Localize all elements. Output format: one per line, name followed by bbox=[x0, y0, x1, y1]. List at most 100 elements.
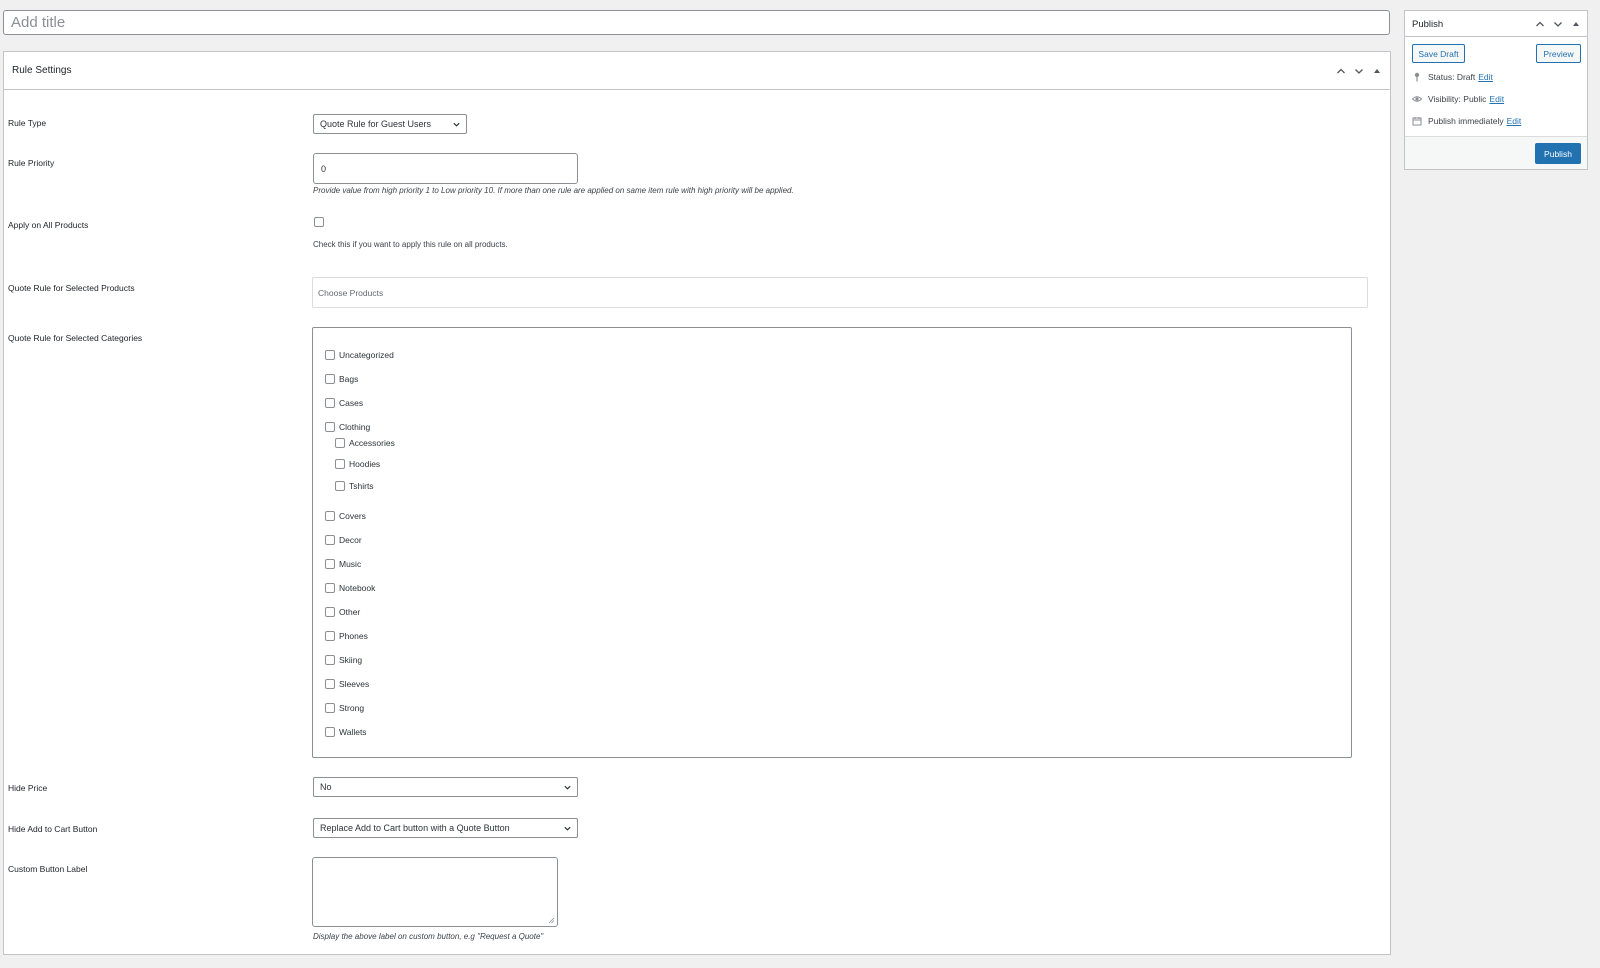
category-checkbox[interactable] bbox=[325, 374, 335, 384]
category-item[interactable]: Covers bbox=[325, 511, 366, 521]
category-checkbox[interactable] bbox=[325, 655, 335, 665]
preview-button[interactable]: Preview bbox=[1536, 44, 1581, 63]
categories-list[interactable] bbox=[312, 327, 1352, 758]
category-item[interactable]: Skiing bbox=[325, 655, 362, 665]
selected-products-label: Quote Rule for Selected Products bbox=[8, 283, 135, 293]
category-item[interactable]: Strong bbox=[325, 703, 364, 713]
rule-priority-description: Provide value from high priority 1 to Lo… bbox=[313, 186, 794, 195]
category-item[interactable]: Uncategorized bbox=[325, 350, 394, 360]
category-item[interactable]: Wallets bbox=[325, 727, 367, 737]
category-label: Other bbox=[339, 607, 361, 617]
move-down-button[interactable] bbox=[1551, 17, 1565, 31]
toggle-panel-button[interactable] bbox=[1569, 17, 1583, 31]
category-checkbox[interactable] bbox=[335, 459, 345, 469]
chevron-down-icon bbox=[564, 826, 571, 831]
custom-label-description: Display the above label on custom button… bbox=[313, 932, 544, 941]
category-checkbox[interactable] bbox=[325, 350, 335, 360]
category-label: Cases bbox=[339, 398, 364, 408]
triangle-up-icon bbox=[1573, 22, 1579, 26]
category-checkbox[interactable] bbox=[325, 511, 335, 521]
category-label: Covers bbox=[339, 511, 366, 521]
category-item[interactable]: Accessories bbox=[335, 438, 395, 448]
category-label: Hoodies bbox=[349, 459, 381, 469]
schedule-text: Publish immediately bbox=[1428, 116, 1504, 126]
rule-priority-input[interactable]: 0 bbox=[313, 153, 578, 184]
category-label: Wallets bbox=[339, 727, 367, 737]
category-item[interactable]: Bags bbox=[325, 374, 358, 384]
chevron-down-icon bbox=[1554, 22, 1562, 27]
rule-type-value: Quote Rule for Guest Users bbox=[320, 119, 432, 129]
calendar-icon bbox=[1412, 117, 1422, 126]
publish-heading: Publish bbox=[1412, 19, 1444, 30]
move-up-button[interactable] bbox=[1533, 17, 1547, 31]
category-item[interactable]: Phones bbox=[325, 631, 368, 641]
publish-button[interactable]: Publish bbox=[1535, 143, 1581, 164]
chevron-down-icon bbox=[564, 785, 571, 790]
hide-price-label: Hide Price bbox=[8, 783, 48, 793]
selected-categories-label: Quote Rule for Selected Categories bbox=[8, 333, 143, 343]
category-checkbox[interactable] bbox=[325, 727, 335, 737]
category-checkbox[interactable] bbox=[325, 398, 335, 408]
publish-footer: Publish bbox=[1405, 136, 1587, 169]
category-label: Notebook bbox=[339, 583, 376, 593]
category-checkbox[interactable] bbox=[325, 583, 335, 593]
category-label: Phones bbox=[339, 631, 368, 641]
category-checkbox[interactable] bbox=[335, 438, 345, 448]
apply-all-description: Check this if you want to apply this rul… bbox=[313, 240, 508, 249]
category-label: Bags bbox=[339, 374, 359, 384]
eye-icon bbox=[1412, 96, 1422, 102]
hide-cart-label: Hide Add to Cart Button bbox=[8, 824, 98, 834]
publish-box: Publish Save Draft Preview Status: Draft… bbox=[1404, 10, 1588, 170]
hide-cart-select[interactable]: Replace Add to Cart button with a Quote … bbox=[313, 818, 578, 838]
hide-price-value: No bbox=[320, 782, 332, 792]
category-checkbox[interactable] bbox=[325, 679, 335, 689]
hide-price-select[interactable]: No bbox=[313, 777, 578, 797]
category-item[interactable]: Music bbox=[325, 559, 361, 569]
status-row: Status: Draft Edit bbox=[1412, 72, 1493, 82]
hide-cart-value: Replace Add to Cart button with a Quote … bbox=[320, 823, 510, 833]
rule-priority-label: Rule Priority bbox=[8, 158, 55, 168]
edit-status-link[interactable]: Edit bbox=[1478, 72, 1493, 82]
pin-icon bbox=[1414, 72, 1420, 82]
status-text: Status: Draft bbox=[1428, 72, 1476, 82]
category-item[interactable]: Tshirts bbox=[335, 481, 374, 491]
category-item[interactable]: Sleeves bbox=[325, 679, 369, 689]
category-label: Skiing bbox=[339, 655, 363, 665]
category-checkbox[interactable] bbox=[325, 703, 335, 713]
choose-products-field[interactable]: Choose Products bbox=[312, 277, 1368, 308]
category-label: Accessories bbox=[349, 438, 395, 448]
resize-grip-icon[interactable] bbox=[548, 917, 555, 924]
publish-header: Publish bbox=[1405, 11, 1587, 37]
category-item[interactable]: Cases bbox=[325, 398, 363, 408]
category-item[interactable]: Other bbox=[325, 607, 360, 617]
custom-label-label: Custom Button Label bbox=[8, 864, 88, 874]
category-item[interactable]: Decor bbox=[325, 535, 362, 545]
edit-visibility-link[interactable]: Edit bbox=[1489, 94, 1504, 104]
move-down-button[interactable] bbox=[1352, 64, 1366, 78]
move-up-button[interactable] bbox=[1334, 64, 1348, 78]
category-checkbox[interactable] bbox=[335, 481, 345, 491]
chevron-down-icon bbox=[453, 122, 460, 127]
category-checkbox[interactable] bbox=[325, 607, 335, 617]
rule-priority-value: 0 bbox=[321, 163, 327, 174]
rule-type-select[interactable]: Quote Rule for Guest Users bbox=[313, 114, 467, 134]
category-label: Tshirts bbox=[349, 481, 374, 491]
edit-schedule-link[interactable]: Edit bbox=[1507, 116, 1522, 126]
category-checkbox[interactable] bbox=[325, 559, 335, 569]
chevron-up-icon bbox=[1337, 68, 1345, 74]
toggle-panel-button[interactable] bbox=[1370, 64, 1384, 78]
rule-settings-header: Rule Settings bbox=[4, 52, 1390, 90]
category-item[interactable]: Clothing bbox=[325, 422, 370, 432]
category-item[interactable]: Hoodies bbox=[335, 459, 380, 469]
category-checkbox[interactable] bbox=[325, 631, 335, 641]
category-checkbox[interactable] bbox=[325, 535, 335, 545]
category-checkbox[interactable] bbox=[325, 422, 335, 432]
category-label: Sleeves bbox=[339, 679, 370, 689]
rule-settings-heading: Rule Settings bbox=[12, 65, 72, 76]
save-draft-button[interactable]: Save Draft bbox=[1412, 44, 1465, 63]
category-item[interactable]: Notebook bbox=[325, 583, 375, 593]
apply-all-checkbox[interactable] bbox=[314, 217, 324, 227]
category-label: Clothing bbox=[339, 422, 371, 432]
custom-label-textarea[interactable] bbox=[312, 857, 558, 927]
title-input[interactable] bbox=[3, 10, 1390, 35]
